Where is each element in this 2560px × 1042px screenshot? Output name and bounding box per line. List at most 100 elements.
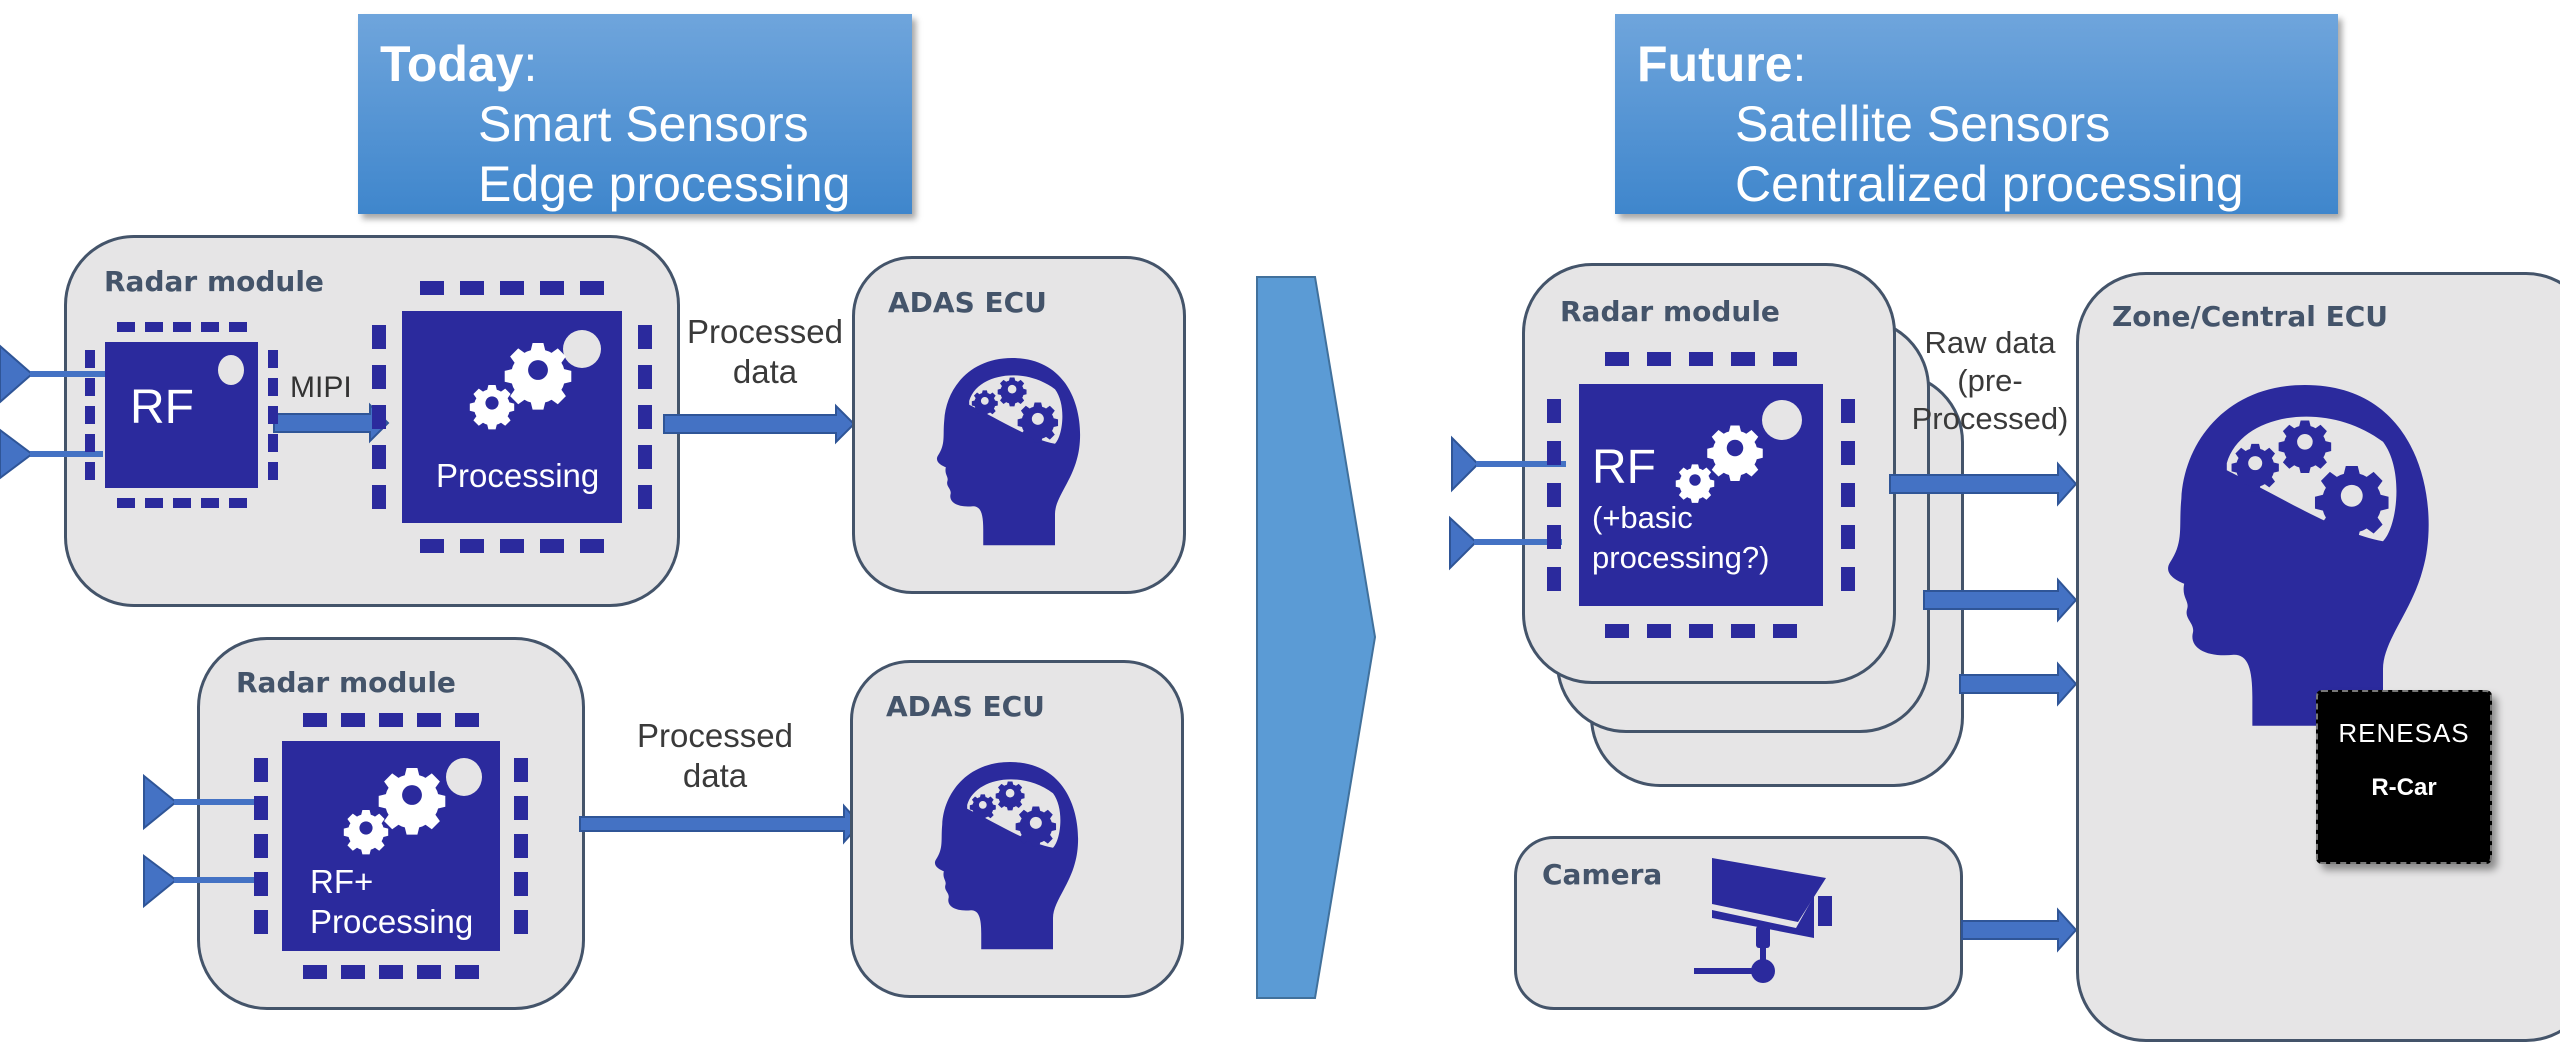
chip-pin: [417, 713, 441, 727]
future-heading: Future:: [1637, 36, 1807, 92]
radar-module-label: Radar module: [104, 265, 324, 298]
chip-pin: [460, 281, 484, 295]
chip-pin: [638, 325, 652, 349]
head-with-gears-icon: [936, 358, 1081, 546]
chip-pin: [85, 462, 95, 480]
chip-pin: [514, 834, 528, 858]
chip-label-line: RF+: [310, 863, 374, 900]
chip-pin: [1547, 525, 1561, 549]
chip-pin: [1841, 399, 1855, 423]
chip-pin: [638, 485, 652, 509]
chip-pin: [254, 872, 268, 896]
radar-module-label: Radar module: [1560, 295, 1780, 328]
chip-pin: [85, 350, 95, 368]
gears-icon: [469, 343, 572, 430]
chip-pin: [268, 462, 278, 480]
chip-pin: [116, 498, 135, 508]
chip-pin: [1841, 567, 1855, 591]
chip-pin: [1841, 441, 1855, 465]
chip-pin: [85, 434, 95, 452]
chip-pin: [303, 965, 327, 979]
right-arrow-icon: [1959, 661, 2078, 707]
chip-pin: [1689, 352, 1713, 366]
mipi-label: MIPI: [290, 371, 352, 404]
flow-label-line: (pre-: [1957, 363, 2023, 398]
chip-pin: [514, 758, 528, 782]
chip-pin: [460, 539, 484, 553]
chip-pin: [254, 834, 268, 858]
chip-pin: [1547, 441, 1561, 465]
flow-label-line: data: [682, 757, 748, 794]
chip-pin: [500, 539, 524, 553]
basic-processing-label: (+basic processing?): [1592, 498, 1769, 578]
chip-pin: [1689, 624, 1713, 638]
rf-chip-label: RF: [130, 381, 194, 434]
processed-data-label-top: Processed data: [680, 312, 850, 392]
chip-pin: [1647, 352, 1671, 366]
future-title-box: Future: Satellite Sensors Centralized pr…: [1615, 14, 2338, 214]
chip-pin: [580, 539, 604, 553]
chip-pin: [1731, 624, 1755, 638]
chip-pin: [420, 281, 444, 295]
right-arrow-icon: [579, 803, 862, 845]
chip-pin: [638, 405, 652, 429]
soc-name: R-Car: [2371, 774, 2437, 801]
chip-pin: [172, 322, 191, 332]
flow-label-line: Raw data: [1924, 325, 2056, 360]
chip-pin: [372, 365, 386, 389]
chip-pin: [85, 378, 95, 396]
chip-pin: [254, 758, 268, 782]
chip-pin: [303, 713, 327, 727]
chip-pin: [1731, 352, 1755, 366]
chip-pin: [268, 350, 278, 368]
chip-pin: [540, 539, 564, 553]
chip-pin: [1647, 624, 1671, 638]
flow-label-line: Processed: [637, 717, 793, 754]
chevron-right-icon: [1256, 276, 1377, 999]
processing-chip-label: Processing: [436, 457, 600, 494]
chip-pin: [254, 796, 268, 820]
chip-pin: [268, 406, 278, 424]
chip-pin: [200, 322, 219, 332]
today-heading: Today:: [380, 36, 538, 92]
rf-chip-label: RF: [1592, 441, 1656, 494]
chip-pin: [1605, 624, 1629, 638]
adas-ecu-label: ADAS ECU: [886, 690, 1045, 723]
chip-pin: [1841, 525, 1855, 549]
chip-pin: [514, 872, 528, 896]
chip-pin: [379, 965, 403, 979]
right-arrow-icon: [1889, 461, 2078, 507]
adas-ecu-label: ADAS ECU: [888, 286, 1047, 319]
flow-label-line: data: [732, 353, 798, 390]
camera-label: Camera: [1542, 858, 1663, 891]
rf-processing-chip-label: RF+ Processing: [310, 862, 473, 942]
chip-pin: [372, 445, 386, 469]
chip-pin: [1605, 352, 1629, 366]
chip-pin: [200, 498, 219, 508]
chip-pin: [638, 445, 652, 469]
antenna-triangle-icon: [143, 773, 259, 909]
zone-central-ecu-label: Zone/Central ECU: [2112, 300, 2389, 333]
flow-label-line: Processed: [687, 313, 843, 350]
chip-pin: [268, 378, 278, 396]
future-line-1: Satellite Sensors: [1735, 96, 2111, 152]
chip-pin: [172, 498, 191, 508]
chip-pin: [268, 434, 278, 452]
chip-pin: [341, 965, 365, 979]
gears-icon: [343, 768, 446, 855]
chip-pin: [638, 365, 652, 389]
chip-pin: [1773, 624, 1797, 638]
today-line-2: Edge processing: [478, 156, 851, 212]
future-line-2: Centralized processing: [1735, 156, 2244, 212]
chip-pin: [144, 498, 163, 508]
chip-pin: [116, 322, 135, 332]
chip-pin: [254, 910, 268, 934]
chip-pin: [500, 281, 524, 295]
head-with-gears-icon: [934, 762, 1079, 950]
chip-marker-dot: [218, 355, 244, 385]
chip-pin: [1547, 399, 1561, 423]
renesas-r-car-soc: RENESAS R-Car: [2316, 690, 2492, 864]
chip-pin: [85, 406, 95, 424]
chip-pin: [455, 965, 479, 979]
chip-pin: [580, 281, 604, 295]
